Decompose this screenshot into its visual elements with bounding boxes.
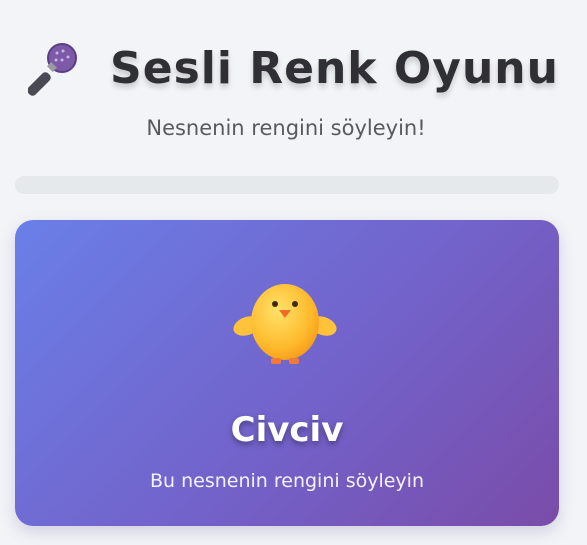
object-name: Civciv (230, 410, 344, 450)
page-title: Sesli Renk Oyunu (110, 42, 559, 94)
microphone-icon (28, 43, 78, 96)
game-page: Sesli Renk Oyunu Nesnenin rengini söyley… (0, 0, 587, 545)
progress-bar (15, 176, 559, 194)
page-subtitle: Nesnenin rengini söyleyin! (146, 116, 426, 140)
header: Sesli Renk Oyunu (0, 36, 587, 100)
object-card: Civciv Bu nesnenin rengini söyleyin (15, 220, 559, 526)
chick-icon (233, 284, 337, 364)
instruction-text: Bu nesnenin rengini söyleyin (149, 470, 424, 492)
